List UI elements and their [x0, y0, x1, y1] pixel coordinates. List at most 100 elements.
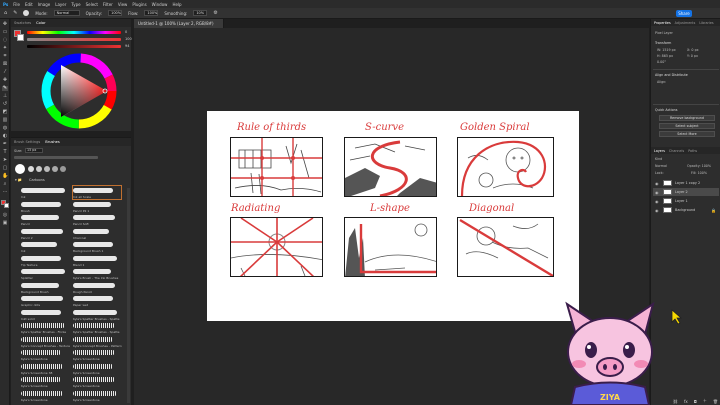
menu-type[interactable]: Type — [71, 2, 80, 7]
visibility-eye-icon[interactable]: ◉ — [655, 190, 660, 195]
menu-view[interactable]: View — [118, 2, 128, 7]
eyedropper-icon[interactable]: ⁄ — [2, 70, 8, 75]
background-color-chip[interactable] — [17, 34, 24, 41]
brush-preset[interactable]: Kyle's Screentone — [21, 348, 69, 361]
brush-preset[interactable]: Splatter — [21, 267, 69, 280]
remove-background-button[interactable]: Remove background — [659, 115, 715, 121]
quick-select-icon[interactable]: ✦ — [2, 46, 8, 51]
tab-brush-settings[interactable]: Brush Settings — [14, 140, 40, 144]
layer-row[interactable]: ◉ Layer 1 copy 2 — [653, 179, 719, 187]
zoom-tool-icon[interactable]: ⌕ — [2, 182, 8, 187]
brush-preset[interactable]: Kyle's Spatter Brushes - Spatte — [73, 321, 121, 334]
healing-brush-icon[interactable]: ✚ — [2, 78, 8, 83]
mask-icon[interactable]: ◘ — [694, 399, 697, 404]
type-tool-icon[interactable]: T — [2, 150, 8, 155]
select-more-button[interactable]: Select More — [659, 131, 715, 137]
layer-fill[interactable]: Fill: 100% — [691, 171, 707, 175]
share-button[interactable]: Share — [676, 10, 692, 17]
brush-preset[interactable]: Inkt solid — [21, 308, 69, 321]
brush-preset[interactable]: Kyle's Screentone — [73, 362, 121, 375]
more-tools-icon[interactable]: ··· — [2, 190, 8, 195]
layer-opacity[interactable]: Opacity: 100% — [687, 164, 711, 168]
move-tool-icon[interactable]: ✥ — [2, 22, 8, 27]
select-subject-button[interactable]: Select subject — [659, 123, 715, 129]
tab-brushes[interactable]: Brushes — [45, 140, 59, 144]
gradient-tool-icon[interactable]: ▥ — [2, 118, 8, 123]
stamp-tool-icon[interactable]: ⊥ — [2, 94, 8, 99]
brush-preset[interactable]: Kyle's Concept Brushes - Texture — [21, 335, 70, 348]
pen-tool-icon[interactable]: ✒ — [2, 142, 8, 147]
brush-tool-icon-active[interactable]: ✎ — [2, 86, 8, 91]
smoothing-input[interactable]: 10% — [193, 10, 208, 16]
brush-preset[interactable]: Kyle's Screentone — [73, 375, 121, 388]
frame-tool-icon[interactable]: ⊠ — [2, 62, 8, 67]
layer-row-selected[interactable]: ◉ Layer 2 — [653, 188, 719, 196]
hand-tool-icon[interactable]: ✋ — [2, 174, 8, 179]
mode-dropdown[interactable]: Normal — [53, 10, 80, 16]
background-color-swatch[interactable] — [4, 203, 9, 208]
trash-icon[interactable]: 🗑 — [713, 399, 718, 404]
tab-libraries[interactable]: Libraries — [699, 21, 713, 25]
brush-preset[interactable]: Tip Texture — [21, 254, 69, 267]
brush-preset[interactable]: Kyle's Screentone — [73, 389, 121, 402]
menu-help[interactable]: Help — [172, 2, 181, 7]
recent-brush-5[interactable] — [60, 166, 66, 172]
blur-tool-icon[interactable]: ◍ — [2, 126, 8, 131]
layer-row[interactable]: ◉ Background 🔒 — [653, 206, 719, 214]
brush-preset-picker[interactable] — [23, 10, 30, 16]
brush-preset[interactable]: Kyle's Screentone — [21, 389, 69, 402]
document-tab[interactable]: Untitled-1 @ 100% (Layer 2, RGB/8#) — [134, 19, 224, 28]
layer-row[interactable]: ◉ Layer 1 — [653, 197, 719, 205]
brush-preset[interactable]: Pencil P2 1 — [73, 200, 121, 213]
lasso-tool-icon[interactable]: ◌ — [2, 38, 8, 43]
brush-preset[interactable]: Ink all Scale — [72, 185, 122, 200]
tab-color[interactable]: Color — [36, 21, 45, 25]
transform-height[interactable]: H: 865 px — [657, 54, 673, 58]
brush-preset[interactable]: Graphic dots — [21, 294, 69, 307]
dodge-tool-icon[interactable]: ◐ — [2, 134, 8, 139]
color-wheel[interactable] — [33, 53, 125, 129]
opacity-input[interactable]: 100% — [108, 10, 123, 16]
brush-preset[interactable]: Paper wet — [73, 294, 121, 307]
history-brush-icon[interactable]: ↺ — [2, 102, 8, 107]
tab-channels[interactable]: Channels — [669, 149, 684, 153]
home-icon[interactable]: ⌂ — [4, 10, 7, 16]
menu-select[interactable]: Select — [86, 2, 98, 7]
quick-actions-heading[interactable]: Quick Actions — [655, 108, 677, 112]
menu-file[interactable]: File — [13, 2, 20, 7]
brush-preset[interactable]: Pencil — [21, 213, 69, 226]
brush-tool-icon[interactable]: ✎ — [13, 10, 17, 16]
visibility-eye-icon[interactable]: ◉ — [655, 181, 660, 186]
crop-tool-icon[interactable]: ⌗ — [2, 54, 8, 59]
brush-preset[interactable]: Kyle's Screentone — [73, 348, 121, 361]
flow-input[interactable]: 100% — [144, 10, 159, 16]
menu-edit[interactable]: Edit — [25, 2, 33, 7]
brush-preset[interactable]: Kyle's Spatter Brushes - Flicke — [21, 321, 69, 334]
transform-y[interactable]: Y: 0 px — [687, 54, 698, 58]
brush-preset[interactable]: Brush — [21, 200, 69, 213]
brush-preset[interactable]: Background Brush — [21, 281, 69, 294]
fx-icon[interactable]: fx — [684, 399, 688, 404]
tab-swatches[interactable]: Swatches — [14, 21, 31, 25]
menu-plugins[interactable]: Plugins — [132, 2, 146, 7]
settings-gear-icon[interactable]: ⚙ — [213, 10, 217, 16]
brush-preset[interactable]: Kyle's Brush - The Ink Brushes — [73, 267, 121, 280]
new-layer-icon[interactable]: ＋ — [703, 398, 707, 404]
brush-preset[interactable]: Ink — [21, 240, 69, 253]
transform-angle[interactable]: 0.00° — [657, 60, 666, 64]
menu-layer[interactable]: Layer — [55, 2, 66, 7]
brush-preset[interactable]: Kyle's Screentone — [21, 375, 69, 388]
transform-heading[interactable]: Transform — [655, 41, 671, 45]
brush-preset[interactable]: Background Brush 1 — [73, 240, 121, 253]
brush-preset[interactable]: Pencil 2 — [21, 227, 69, 240]
menu-image[interactable]: Image — [38, 2, 51, 7]
transform-x[interactable]: X: 0 px — [687, 48, 699, 52]
saturation-slider[interactable] — [27, 38, 121, 41]
brush-size-input[interactable]: 15 px — [25, 148, 43, 153]
brush-preset[interactable]: Kyle's Spatter Brushes - Spatte — [73, 308, 121, 321]
artboard[interactable]: Rule of thirds S-curve Golden Spiral Rad… — [207, 111, 579, 321]
brush-preset[interactable]: Charcoal — [73, 227, 121, 240]
shape-tool-icon[interactable]: ▢ — [2, 166, 8, 171]
folder-chevron-icon[interactable]: ▾ 📁 — [15, 178, 22, 182]
recent-brush-1[interactable] — [28, 166, 34, 172]
